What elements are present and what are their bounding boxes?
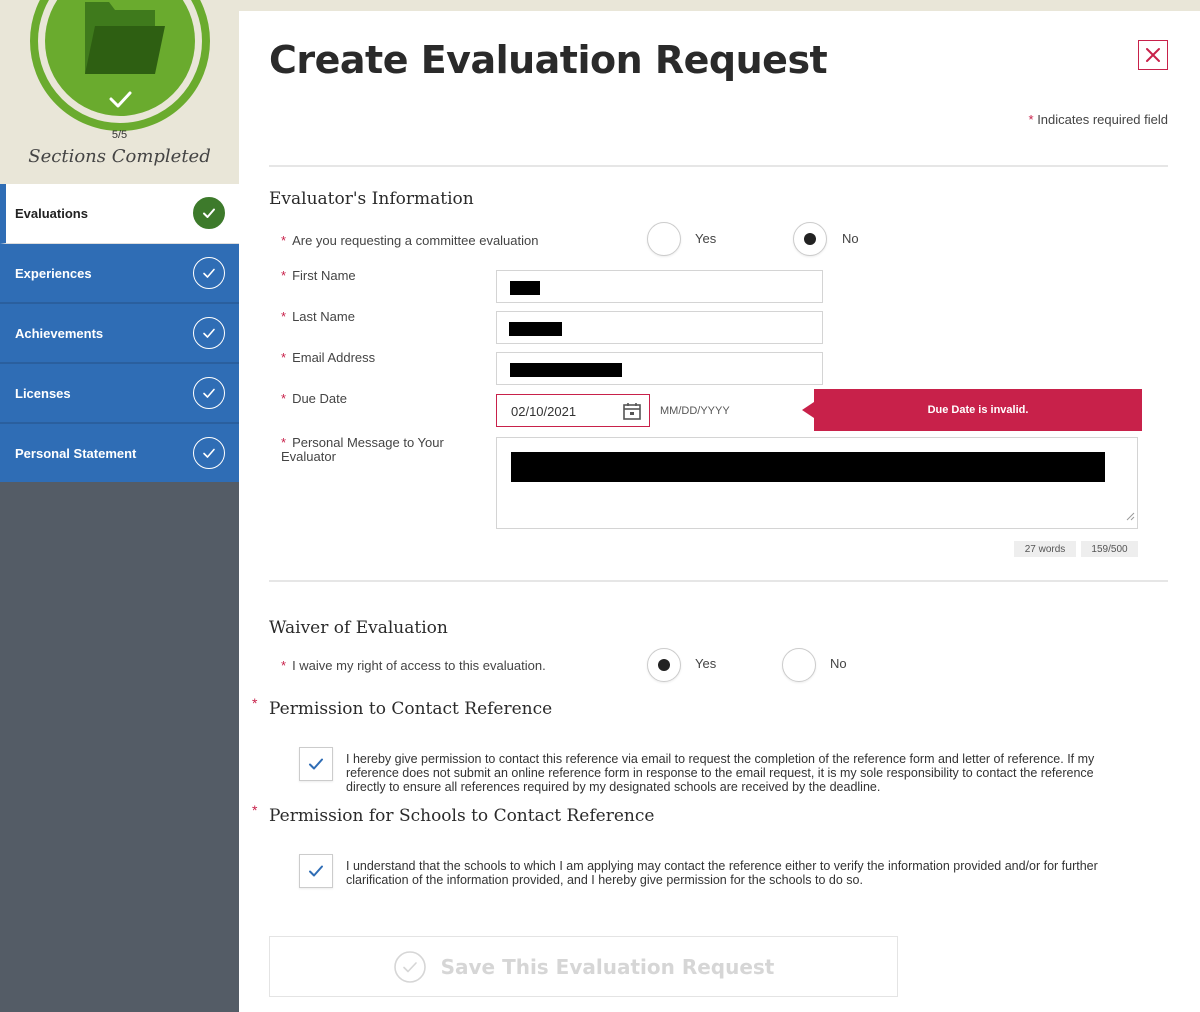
check-circle-icon <box>193 317 225 349</box>
redacted-text <box>511 452 1105 482</box>
committee-radio-yes[interactable] <box>647 222 681 256</box>
due-date-error-tooltip: Due Date is invalid. <box>802 389 1142 431</box>
progress-count: 5/5 <box>111 129 128 141</box>
waiver-radio-no-label: No <box>830 656 847 671</box>
calendar-icon[interactable] <box>622 401 642 426</box>
close-button[interactable] <box>1138 40 1168 70</box>
required-star-icon: * <box>281 309 287 324</box>
due-date-format-hint: MM/DD/YYYY <box>660 405 730 417</box>
progress-ring <box>30 0 210 131</box>
check-circle-icon <box>193 257 225 289</box>
waiver-radio-yes[interactable] <box>647 648 681 682</box>
save-button-label: Save This Evaluation Request <box>440 954 775 979</box>
progress-label: Sections Completed <box>28 146 211 167</box>
sidebar-item-label: Evaluations <box>15 206 88 221</box>
sidebar-nav: Evaluations Experiences Achievements Lic… <box>0 184 239 482</box>
sidebar: 5/5 Sections Completed Evaluations Exper… <box>0 0 239 1012</box>
due-date-label: * Due Date <box>281 391 347 406</box>
divider <box>269 580 1168 582</box>
close-icon <box>1146 48 1160 62</box>
sidebar-item-experiences[interactable]: Experiences <box>0 244 239 304</box>
sidebar-item-label: Experiences <box>15 265 92 281</box>
due-date-input[interactable]: 02/10/2021 <box>496 394 650 427</box>
divider <box>269 165 1168 167</box>
required-star-icon: * <box>1028 112 1034 127</box>
redacted-text <box>509 322 562 336</box>
last-name-input[interactable] <box>496 311 823 344</box>
waiver-radio-no[interactable] <box>782 648 816 682</box>
checkmark-icon <box>309 865 323 877</box>
required-star-icon: * <box>281 435 287 450</box>
sidebar-item-label: Personal Statement <box>15 445 137 461</box>
sidebar-item-personal-statement[interactable]: Personal Statement <box>0 424 239 482</box>
check-circle-icon <box>193 437 225 469</box>
folder-icon <box>85 2 165 74</box>
required-star-icon: * <box>252 695 258 711</box>
required-star-icon: * <box>281 391 287 406</box>
permission-contact-text: I hereby give permission to contact this… <box>346 752 1095 794</box>
section-title-permission-contact: Permission to Contact Reference <box>269 699 553 719</box>
required-note-text: Indicates required field <box>1037 112 1168 127</box>
waiver-radio-yes-label: Yes <box>695 656 717 671</box>
committee-radio-no[interactable] <box>793 222 827 256</box>
sidebar-item-licenses[interactable]: Licenses <box>0 364 239 424</box>
first-name-input[interactable] <box>496 270 823 303</box>
required-star-icon: * <box>281 233 287 248</box>
email-input[interactable] <box>496 352 823 385</box>
required-field-note: * Indicates required field <box>1029 112 1169 127</box>
section-title-waiver: Waiver of Evaluation <box>269 618 448 638</box>
sidebar-item-evaluations[interactable]: Evaluations <box>0 184 239 244</box>
waiver-question-label: * I waive my right of access to this eval… <box>281 658 546 673</box>
permission-schools-text: I understand that the schools to which I… <box>346 859 1098 887</box>
save-evaluation-request-button[interactable]: Save This Evaluation Request <box>269 936 898 997</box>
first-name-label: * First Name <box>281 268 356 283</box>
due-date-value: 02/10/2021 <box>511 404 577 419</box>
last-name-label: * Last Name <box>281 309 355 324</box>
page-title: Create Evaluation Request <box>269 38 828 82</box>
required-star-icon: * <box>281 268 287 283</box>
personal-message-textarea[interactable] <box>496 437 1138 529</box>
committee-radio-no-label: No <box>842 231 859 246</box>
permission-contact-checkbox[interactable] <box>299 747 333 781</box>
committee-radio-yes-label: Yes <box>695 231 717 246</box>
check-circle-icon <box>193 197 225 229</box>
required-star-icon: * <box>281 658 287 673</box>
checkmark-icon <box>309 758 323 770</box>
sidebar-item-label: Licenses <box>15 385 71 401</box>
word-count: 27 words <box>1014 541 1076 557</box>
evaluation-request-form: Create Evaluation Request * Indicates re… <box>239 11 1200 1012</box>
section-title-evaluator: Evaluator's Information <box>269 189 474 209</box>
character-count: 159/500 <box>1081 541 1138 557</box>
resize-handle-icon[interactable] <box>1125 508 1135 526</box>
sidebar-item-label: Achievements <box>15 325 104 341</box>
email-label: * Email Address <box>281 350 376 365</box>
progress-summary: 5/5 Sections Completed <box>0 0 239 184</box>
required-star-icon: * <box>281 350 287 365</box>
committee-question-label: * Are you requesting a committee evaluati… <box>281 233 539 248</box>
section-title-permission-schools: Permission for Schools to Contact Refere… <box>269 806 655 826</box>
required-star-icon: * <box>252 802 258 818</box>
permission-schools-checkbox[interactable] <box>299 854 333 888</box>
check-circle-icon <box>393 950 426 983</box>
personal-message-label: * Personal Message to Your Evaluator <box>281 435 444 464</box>
check-circle-icon <box>193 377 225 409</box>
redacted-text <box>510 363 622 377</box>
redacted-text <box>510 281 540 295</box>
sidebar-item-achievements[interactable]: Achievements <box>0 304 239 364</box>
